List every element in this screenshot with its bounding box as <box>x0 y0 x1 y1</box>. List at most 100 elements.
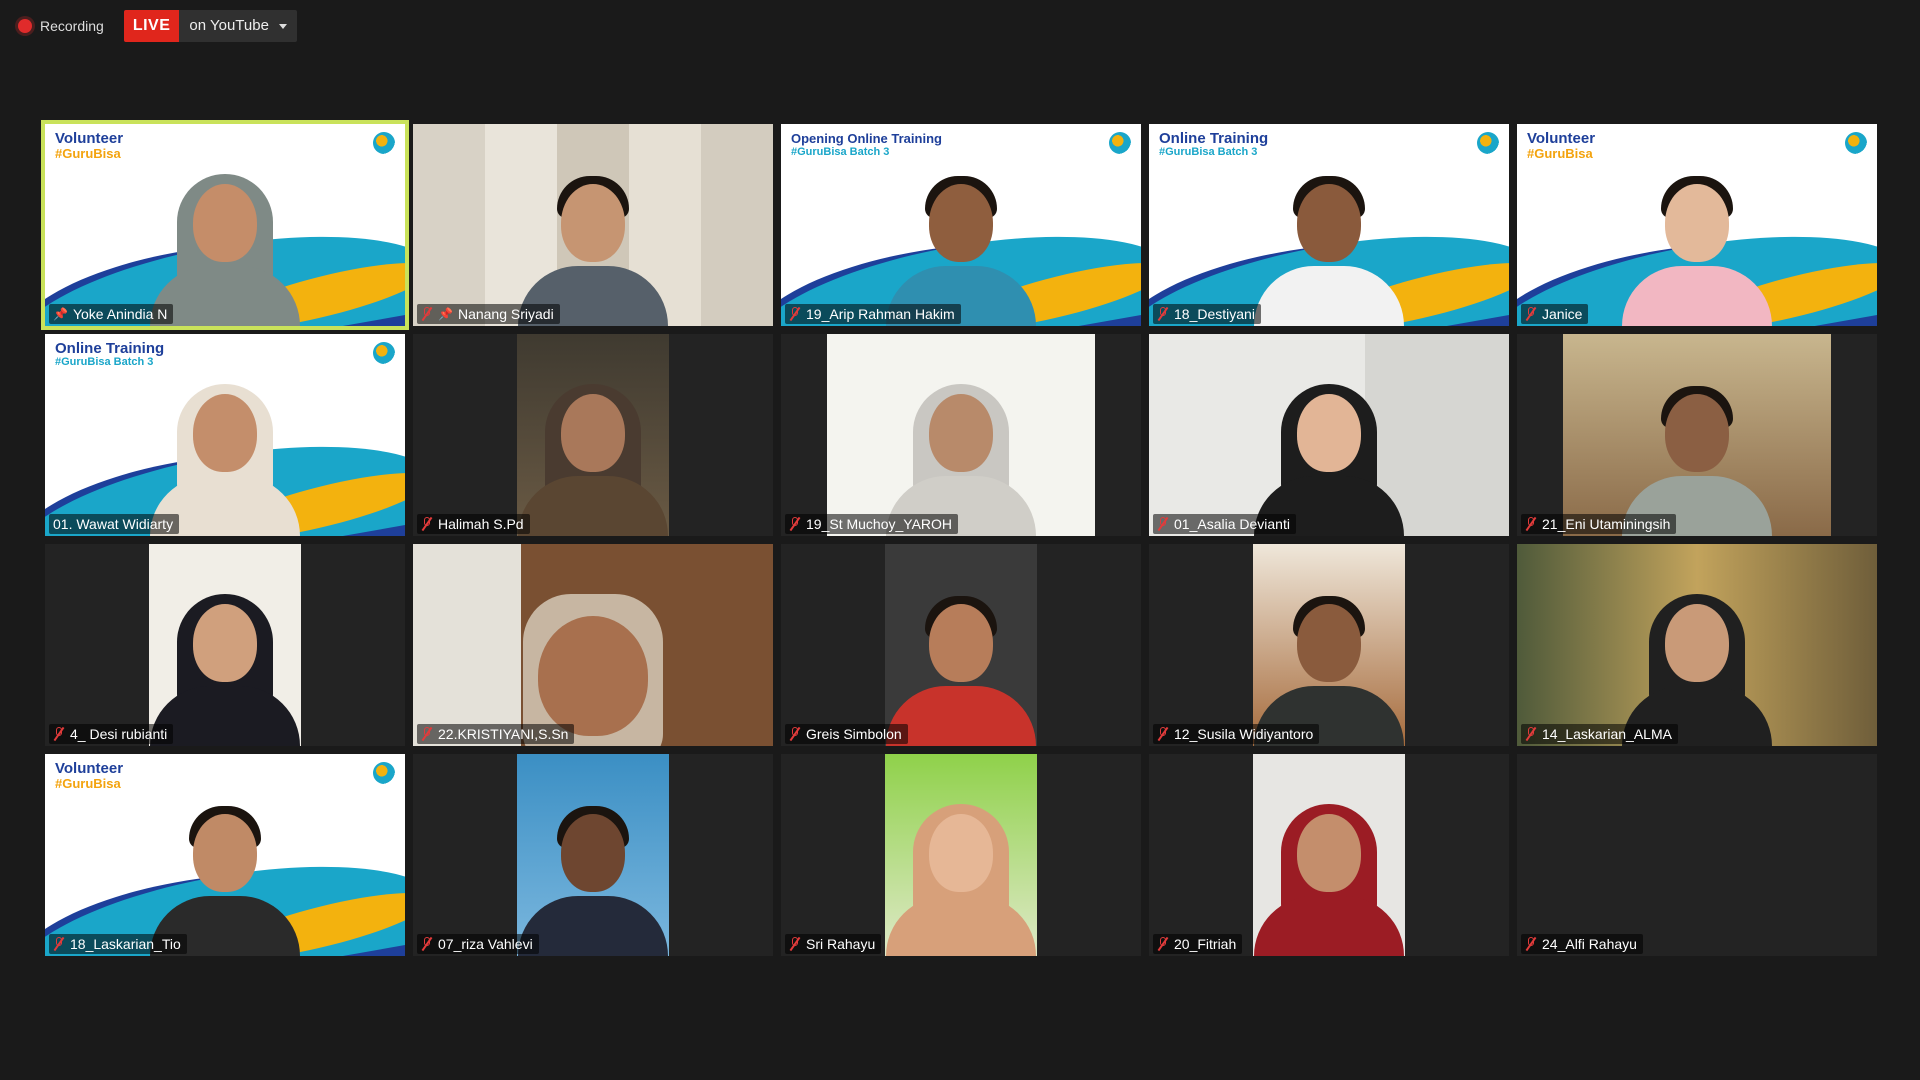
pin-icon: 📌 <box>438 307 453 321</box>
gurubisa-logo-icon <box>373 132 395 154</box>
participant-figure <box>886 366 1036 536</box>
participant-tile[interactable]: Online Training #GuruBisa Batch 3 18_Des… <box>1149 124 1509 326</box>
live-destination-dropdown[interactable]: on YouTube <box>179 10 297 42</box>
video-feed <box>885 544 1037 746</box>
name-tag: 4_ Desi rubianti <box>49 724 174 744</box>
participant-figure <box>1254 786 1404 956</box>
participant-tile[interactable]: Greis Simbolon <box>781 544 1141 746</box>
name-tag: 14_Laskarian_ALMA <box>1521 724 1678 744</box>
participant-tile[interactable]: Halimah S.Pd <box>413 334 773 536</box>
participant-tile[interactable]: 12_Susila Widiyantoro <box>1149 544 1509 746</box>
participant-name: Nanang Sriyadi <box>457 306 554 322</box>
name-tag: Janice <box>1521 304 1589 324</box>
participant-tile[interactable]: Volunteer #GuruBisa 📌 Yoke Anindia N <box>41 120 409 330</box>
video-feed: Volunteer #GuruBisa <box>45 754 405 956</box>
muted-mic-icon <box>789 726 801 742</box>
background-title: Volunteer <box>55 130 124 147</box>
muted-mic-icon <box>789 936 801 952</box>
muted-mic-icon <box>1525 516 1537 532</box>
background-title: Volunteer <box>1527 130 1596 147</box>
name-tag: 19_Arip Rahman Hakim <box>785 304 961 324</box>
muted-mic-icon <box>421 726 433 742</box>
muted-mic-icon <box>53 936 65 952</box>
participant-name: 21_Eni Utaminingsih <box>1542 516 1671 532</box>
gurubisa-logo-icon <box>1477 132 1499 154</box>
video-feed <box>413 544 773 746</box>
participant-name: 14_Laskarian_ALMA <box>1542 726 1672 742</box>
muted-mic-icon <box>1525 726 1537 742</box>
participant-tile[interactable]: Volunteer #GuruBisa 18_Laskarian_Tio <box>45 754 405 956</box>
participant-figure <box>150 786 300 956</box>
participant-figure <box>150 576 300 746</box>
name-tag: 01_Asalia Devianti <box>1153 514 1296 534</box>
pin-icon: 📌 <box>53 307 68 321</box>
name-tag: 01. Wawat Widiarty <box>49 514 180 534</box>
name-tag: 📌 Nanang Sriyadi <box>417 304 560 324</box>
participant-figure <box>518 786 668 956</box>
name-tag: 12_Susila Widiyantoro <box>1153 724 1320 744</box>
background-title: Opening Online Training <box>791 131 942 146</box>
muted-mic-icon <box>1157 306 1169 322</box>
live-destination-label: on YouTube <box>189 17 269 34</box>
participant-tile[interactable]: 20_Fitriah <box>1149 754 1509 956</box>
participant-tile[interactable]: 📌 Nanang Sriyadi <box>413 124 773 326</box>
participant-tile[interactable]: 01_Asalia Devianti <box>1149 334 1509 536</box>
participant-name: Greis Simbolon <box>806 726 902 742</box>
participant-name: 19_St Muchoy_YAROH <box>806 516 953 532</box>
participant-name: Janice <box>1542 306 1583 322</box>
name-tag: 19_St Muchoy_YAROH <box>785 514 959 534</box>
participant-figure <box>150 156 300 326</box>
video-feed <box>827 334 1095 536</box>
recording-indicator[interactable]: Recording <box>12 10 110 42</box>
chevron-down-icon <box>278 23 287 29</box>
video-feed: Opening Online Training #GuruBisa Batch … <box>781 124 1141 326</box>
participant-figure <box>886 576 1036 746</box>
participant-figure <box>1254 156 1404 326</box>
video-feed <box>149 544 301 746</box>
participant-tile[interactable]: Online Training #GuruBisa Batch 3 01. Wa… <box>45 334 405 536</box>
muted-mic-icon <box>789 516 801 532</box>
muted-mic-icon <box>53 726 65 742</box>
participant-name: 07_riza Vahlevi <box>438 936 533 952</box>
participant-tile[interactable]: 4_ Desi rubianti <box>45 544 405 746</box>
participant-tile[interactable]: 14_Laskarian_ALMA <box>1517 544 1877 746</box>
participant-tile[interactable]: 07_riza Vahlevi <box>413 754 773 956</box>
video-feed <box>1253 754 1405 956</box>
participant-figure <box>493 576 693 746</box>
name-tag: Halimah S.Pd <box>417 514 530 534</box>
participant-figure <box>1254 576 1404 746</box>
participant-tile[interactable]: 19_St Muchoy_YAROH <box>781 334 1141 536</box>
participant-tile[interactable]: Sri Rahayu <box>781 754 1141 956</box>
background-title: Volunteer <box>55 760 124 777</box>
muted-mic-icon <box>1525 936 1537 952</box>
participant-name: 01_Asalia Devianti <box>1174 516 1290 532</box>
name-tag: 21_Eni Utaminingsih <box>1521 514 1677 534</box>
background-subtitle: #GuruBisa Batch 3 <box>1159 146 1258 158</box>
background-subtitle: #GuruBisa Batch 3 <box>791 146 890 158</box>
participant-name: 19_Arip Rahman Hakim <box>806 306 955 322</box>
participant-name: 01. Wawat Widiarty <box>53 516 174 532</box>
participant-tile[interactable]: 21_Eni Utaminingsih <box>1517 334 1877 536</box>
name-tag: 18_Laskarian_Tio <box>49 934 187 954</box>
muted-mic-icon <box>1525 306 1537 322</box>
participant-figure <box>886 156 1036 326</box>
participant-name: 18_Destiyani <box>1174 306 1255 322</box>
muted-mic-icon <box>1157 936 1169 952</box>
participant-tile[interactable]: 24_Alfi Rahayu <box>1517 754 1877 956</box>
participant-name: Halimah S.Pd <box>438 516 524 532</box>
participant-tile[interactable]: 22.KRISTIYANI,S.Sn <box>413 544 773 746</box>
video-feed <box>1149 334 1509 536</box>
participant-figure <box>886 786 1036 956</box>
background-subtitle: #GuruBisa <box>55 146 121 161</box>
gallery-view: Volunteer #GuruBisa 📌 Yoke Anindia N 📌 N… <box>41 120 1877 956</box>
gurubisa-logo-icon <box>1845 132 1867 154</box>
video-feed <box>885 754 1037 956</box>
livestream-menu[interactable]: LIVE on YouTube <box>123 10 297 42</box>
background-title: Online Training <box>1159 130 1269 147</box>
participant-name: 20_Fitriah <box>1174 936 1237 952</box>
background-subtitle: #GuruBisa Batch 3 <box>55 356 154 368</box>
participant-tile[interactable]: Volunteer #GuruBisa Janice <box>1517 124 1877 326</box>
participant-figure <box>518 366 668 536</box>
participant-tile[interactable]: Opening Online Training #GuruBisa Batch … <box>781 124 1141 326</box>
participant-figure <box>1622 156 1772 326</box>
